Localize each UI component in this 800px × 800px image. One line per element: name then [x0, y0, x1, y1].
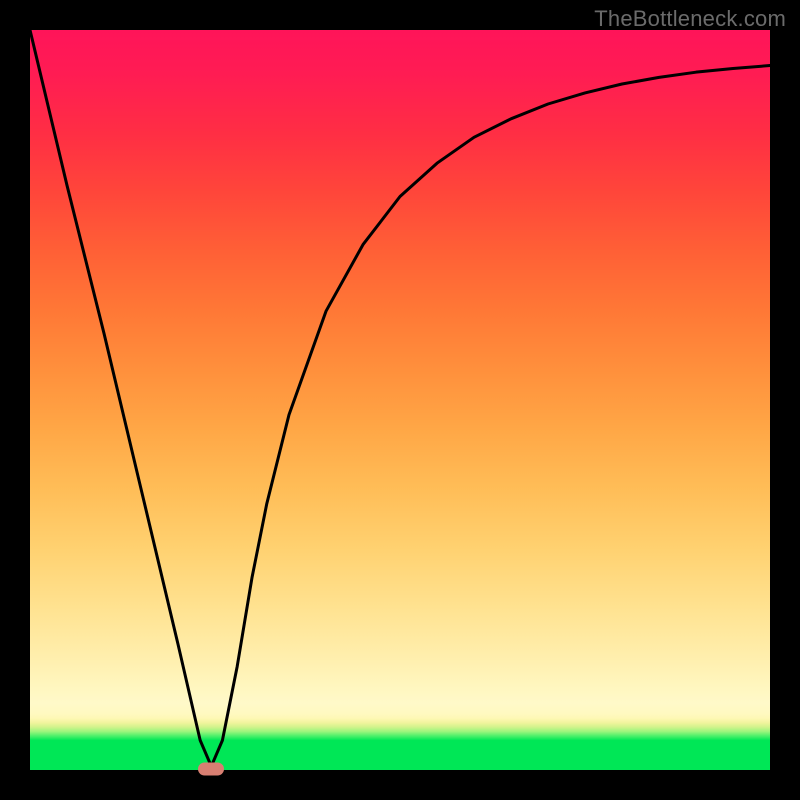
- attribution-text: TheBottleneck.com: [594, 6, 786, 32]
- gradient-plot-area: [30, 30, 770, 770]
- bottleneck-curve: [30, 30, 770, 770]
- chart-frame: TheBottleneck.com: [0, 0, 800, 800]
- curve-path: [30, 30, 770, 766]
- optimal-point-marker: [198, 762, 224, 775]
